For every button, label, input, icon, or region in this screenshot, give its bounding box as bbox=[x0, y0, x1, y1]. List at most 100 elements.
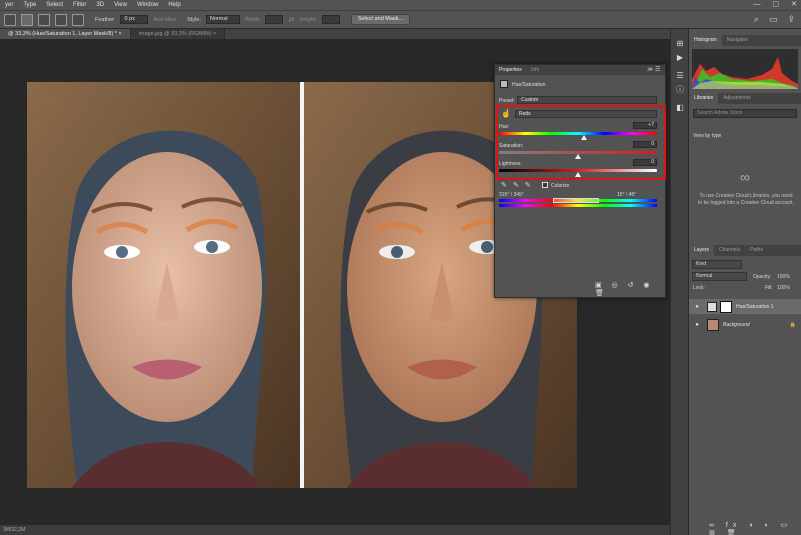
opacity-value[interactable]: 100% bbox=[777, 274, 790, 280]
menu-filter[interactable]: Filter bbox=[68, 0, 91, 10]
feather-input[interactable]: 0 px bbox=[120, 15, 149, 24]
blend-mode-select[interactable]: Normal bbox=[692, 272, 747, 281]
feather-label: Feather: bbox=[95, 16, 116, 23]
width-label: Width: bbox=[244, 16, 261, 23]
options-right-icons: ⌕ ▭ ⇪ bbox=[754, 14, 795, 25]
new-selection-icon[interactable] bbox=[21, 13, 33, 26]
properties-panel: Properties Info ≫ ☰ Hue/Saturation Prese… bbox=[494, 64, 666, 298]
eye-icon[interactable]: ● bbox=[693, 322, 701, 328]
menu-window[interactable]: Window bbox=[132, 0, 163, 10]
tab-label: @ 33,3% (Hue/Saturation 1, Layer Mask/8)… bbox=[8, 31, 117, 37]
properties-tabs: Properties Info ≫ ☰ bbox=[495, 65, 665, 75]
preset-select[interactable]: Custom bbox=[517, 96, 657, 104]
layer-mask-thumbnail[interactable] bbox=[720, 300, 732, 313]
libraries-tabs: Libraries Adjustments bbox=[689, 93, 801, 104]
subtract-selection-icon[interactable] bbox=[55, 13, 67, 26]
close-icon[interactable]: × bbox=[118, 31, 121, 37]
tab-info[interactable]: Info bbox=[531, 67, 539, 73]
colorize-checkbox[interactable] bbox=[542, 182, 548, 188]
properties-icon[interactable]: ☰ bbox=[675, 71, 685, 81]
highlight-annotation-box bbox=[496, 105, 666, 180]
tab-document-2[interactable]: image.jpg @ 33,3% (RGB/8#) × bbox=[130, 29, 226, 39]
height-input[interactable] bbox=[321, 15, 340, 24]
photoshop-window: yer Type Select Filter 3D View Window He… bbox=[0, 0, 801, 535]
properties-footer-icons[interactable]: ▣ ◎ ↺ ◉ 🗑 bbox=[595, 281, 665, 297]
panel-icon-strip: ⊞ ▶ ☰ ⓘ ◧ bbox=[670, 29, 688, 535]
colorize-label: Colorize bbox=[551, 183, 570, 189]
layer-name[interactable]: Background bbox=[723, 322, 750, 328]
tab-properties[interactable]: Properties bbox=[499, 67, 522, 73]
style-label: Style: bbox=[187, 16, 201, 23]
swap-icon[interactable]: ⇄ bbox=[288, 16, 294, 24]
fill-label: Fill: bbox=[765, 285, 773, 291]
menu-bar: yer Type Select Filter 3D View Window He… bbox=[0, 0, 801, 10]
libraries-message: To use Creative Cloud Libraries, you nee… bbox=[698, 193, 794, 206]
tab-navigator[interactable]: Navigator bbox=[722, 35, 753, 46]
options-bar: Feather: 0 px Anti-alias Style: Normal W… bbox=[0, 10, 801, 29]
play-icon[interactable]: ▶ bbox=[675, 53, 685, 63]
layer-thumbnail[interactable] bbox=[707, 318, 719, 331]
document-size: 3M/32,2M bbox=[3, 527, 26, 533]
brush-settings-icon[interactable]: ◧ bbox=[675, 103, 685, 113]
maximize-icon[interactable]: ▢ bbox=[773, 0, 780, 10]
tab-histogram[interactable]: Histogram bbox=[689, 35, 722, 46]
library-search-input[interactable]: Search Adobe Stock bbox=[693, 109, 797, 118]
search-icon[interactable]: ⌕ bbox=[754, 14, 759, 25]
histogram-graph bbox=[692, 49, 798, 89]
tab-adjustments[interactable]: Adjustments bbox=[718, 93, 756, 104]
adjustment-layer-icon bbox=[707, 301, 717, 312]
layer-row-background[interactable]: ● Background 🔒 bbox=[689, 317, 801, 332]
opacity-label: Opacity: bbox=[753, 274, 772, 280]
adjustment-icon bbox=[500, 80, 508, 88]
minimize-icon[interactable]: — bbox=[754, 0, 761, 10]
document-tabs: @ 33,3% (Hue/Saturation 1, Layer Mask/8)… bbox=[0, 29, 688, 39]
layers-footer-icons[interactable]: ∞ fx ◑ ◐ ▭ ⊞ 🗑 bbox=[709, 521, 801, 535]
add-selection-icon[interactable] bbox=[38, 13, 50, 26]
close-icon[interactable]: ✕ bbox=[791, 0, 797, 10]
creative-cloud-icon: ∞ bbox=[740, 169, 750, 185]
select-and-mask-button[interactable]: Select and Mask... bbox=[350, 14, 411, 25]
workspace-icon[interactable]: ▭ bbox=[769, 14, 778, 25]
close-icon[interactable]: × bbox=[213, 31, 216, 37]
width-input[interactable] bbox=[265, 15, 284, 24]
range-left-label: 315° / 345° bbox=[499, 192, 524, 198]
menu-layer[interactable]: yer bbox=[0, 0, 18, 10]
color-range-selector[interactable] bbox=[553, 198, 599, 203]
tab-paths[interactable]: Paths bbox=[745, 245, 768, 256]
info-icon[interactable]: ⓘ bbox=[675, 85, 685, 95]
eye-icon[interactable]: ● bbox=[693, 304, 701, 310]
range-right-label: 15° \ 45° bbox=[617, 192, 637, 198]
history-icon[interactable]: ⊞ bbox=[675, 39, 685, 49]
menu-select[interactable]: Select bbox=[41, 0, 68, 10]
tab-channels[interactable]: Channels bbox=[714, 245, 745, 256]
menu-3d[interactable]: 3D bbox=[91, 0, 109, 10]
menu-help[interactable]: Help bbox=[163, 0, 185, 10]
panel-menu-icon[interactable]: ≫ ☰ bbox=[647, 66, 660, 73]
tab-document-1[interactable]: @ 33,3% (Hue/Saturation 1, Layer Mask/8)… bbox=[0, 29, 131, 39]
color-range-bar-bottom bbox=[499, 204, 657, 207]
status-bar: 3M/32,2M bbox=[0, 525, 670, 535]
split-divider bbox=[300, 82, 304, 488]
lock-icon: 🔒 bbox=[789, 321, 796, 328]
style-select[interactable]: Normal bbox=[205, 15, 240, 24]
before-photo bbox=[27, 82, 300, 488]
marquee-tool-icon[interactable] bbox=[4, 13, 16, 26]
tab-layers[interactable]: Layers bbox=[689, 245, 715, 256]
tab-libraries[interactable]: Libraries bbox=[689, 93, 719, 104]
eyedropper-icons[interactable]: ✎✎✎ bbox=[501, 181, 537, 189]
menu-view[interactable]: View bbox=[109, 0, 132, 10]
layer-filter-kind[interactable]: Kind bbox=[692, 260, 742, 269]
share-icon[interactable]: ⇪ bbox=[787, 14, 795, 25]
adjustment-title: Hue/Saturation bbox=[512, 82, 546, 88]
layers-tabs: Layers Channels Paths bbox=[689, 245, 801, 256]
menu-type[interactable]: Type bbox=[18, 0, 41, 10]
fill-value[interactable]: 100% bbox=[777, 285, 790, 291]
anti-alias-checkbox[interactable]: Anti-alias bbox=[153, 17, 176, 23]
intersect-selection-icon[interactable] bbox=[72, 13, 84, 26]
layer-row-hue-saturation[interactable]: ● Hue/Saturation 1 bbox=[689, 299, 801, 314]
preset-label: Preset: bbox=[499, 98, 515, 104]
window-controls: — ▢ ✕ bbox=[754, 0, 798, 10]
right-panels: Histogram Navigator Libraries Adjustment… bbox=[688, 29, 801, 535]
view-by-type-dropdown[interactable]: View by type bbox=[693, 133, 721, 139]
layer-name[interactable]: Hue/Saturation 1 bbox=[736, 304, 774, 310]
